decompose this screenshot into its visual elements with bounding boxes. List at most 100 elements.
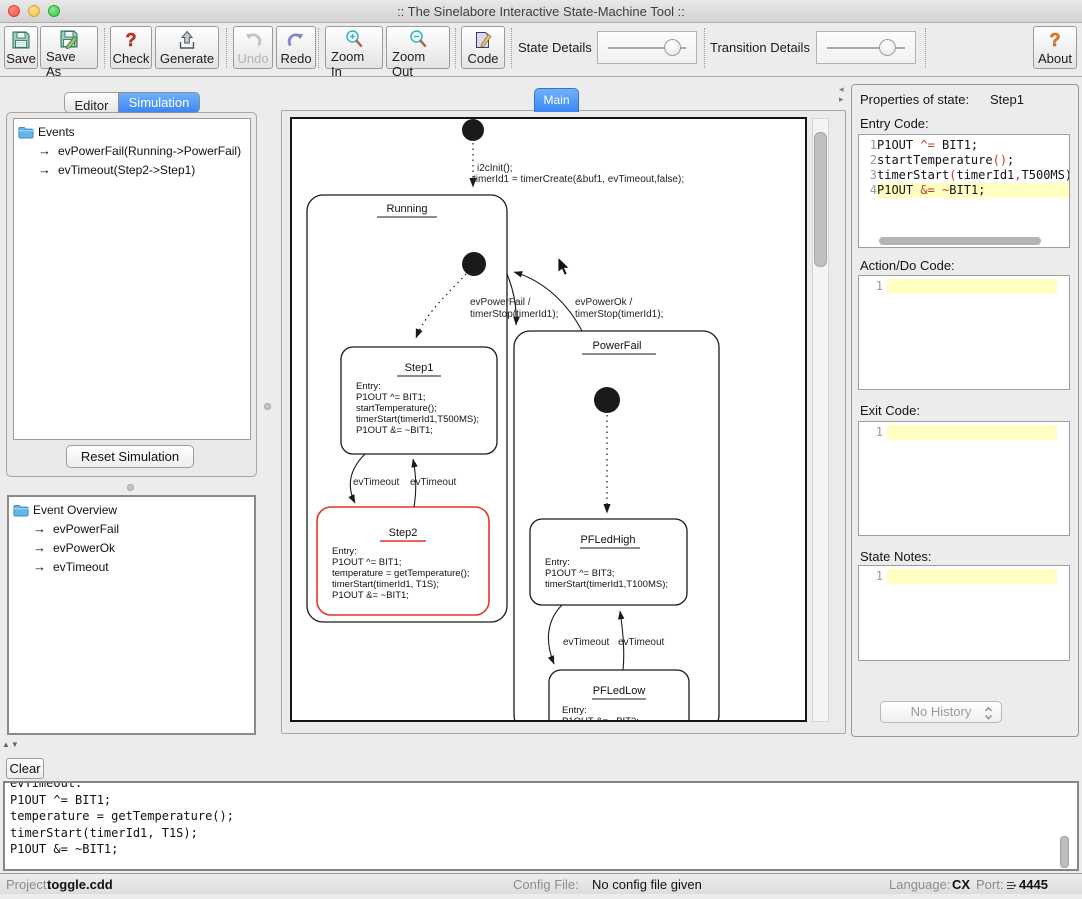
reset-simulation-button[interactable]: Reset Simulation — [66, 445, 194, 468]
statechart-canvas[interactable]: i2cInit(); timerId1 = timerCreate(&buf1,… — [290, 117, 807, 722]
console-line: temperature = getTemperature(); — [10, 808, 1077, 825]
code-line-highlighted: 1 — [859, 569, 1069, 584]
save-as-button[interactable]: Save As — [40, 26, 98, 69]
tree-label: evPowerFail(Running->PowerFail) — [58, 144, 241, 158]
check-button[interactable]: ? Check — [110, 26, 152, 69]
zoom-out-button[interactable]: Zoom Out — [386, 26, 450, 69]
evpowerfail-action: timerStop(timerId1); — [470, 309, 558, 320]
transition-details-label: Transition Details — [710, 40, 810, 55]
evpowerok-action: timerStop(timerId1); — [575, 309, 663, 320]
svg-text:?: ? — [1050, 30, 1061, 50]
project-value: toggle.cdd — [47, 877, 113, 892]
powerfail-initial-state[interactable] — [594, 387, 620, 413]
tab-editor[interactable]: Editor — [64, 92, 118, 113]
tree-node-event-overview[interactable]: Event Overview — [9, 501, 254, 520]
undo-icon — [243, 29, 263, 50]
horizontal-splitter-grip[interactable] — [127, 484, 134, 491]
generate-button[interactable]: Generate — [155, 26, 219, 69]
console-splitter-controls[interactable]: ▲▼ — [2, 740, 20, 749]
empty-highlighted-line — [887, 425, 1057, 440]
pfledlow-code-line: P1OUT &= ~BIT3; — [562, 716, 639, 720]
transition-details-slider-knob[interactable] — [879, 39, 896, 56]
mouse-cursor — [558, 257, 570, 275]
save-as-label: Save As — [46, 49, 92, 79]
tab-simulation[interactable]: Simulation — [118, 92, 200, 113]
tree-item-evpowerok[interactable]: → evPowerOk — [9, 539, 254, 558]
empty-highlighted-line — [887, 279, 1057, 294]
toolbar: Save Save As ? Check Generate Undo Redo … — [0, 24, 1082, 77]
toolbar-separator — [704, 28, 705, 68]
generate-label: Generate — [160, 51, 214, 66]
initial-state[interactable] — [462, 119, 484, 141]
transition-details-slider[interactable] — [816, 31, 916, 64]
entry-code-hscrollbar[interactable] — [879, 237, 1041, 245]
history-select[interactable]: No History — [880, 701, 1002, 723]
check-question-icon: ? — [121, 29, 141, 50]
vertical-splitter-grip[interactable] — [264, 403, 271, 410]
state-details-slider-knob[interactable] — [664, 39, 681, 56]
splitter-collapse-icons[interactable]: ◂▸ — [839, 84, 844, 104]
tree-label: Events — [38, 125, 75, 139]
tree-item-evtimeout[interactable]: → evTimeout — [9, 558, 254, 577]
step2-code-line: P1OUT &= ~BIT1; — [332, 590, 409, 601]
console-output[interactable]: evTimeout: P1OUT ^= BIT1; temperature = … — [3, 781, 1079, 871]
check-label: Check — [113, 51, 150, 66]
tree-item-evpowerfail-transition[interactable]: → evPowerFail(Running->PowerFail) — [14, 142, 250, 161]
about-icon: ? — [1045, 29, 1065, 50]
evtimeout-label: evTimeout — [563, 637, 610, 648]
pfledhigh-code-line: Entry: — [545, 557, 570, 568]
toolbar-separator — [925, 28, 926, 68]
entry-code-editor[interactable]: 1 P1OUT ^= BIT1; 2 startTemperature(); 3… — [858, 134, 1070, 248]
init-action-line1: i2cInit(); — [477, 163, 513, 174]
code-line: 3 timerStart(timerId1,T500MS); — [859, 168, 1069, 183]
save-button[interactable]: Save — [4, 26, 38, 69]
tab-main-diagram[interactable]: Main — [534, 88, 579, 112]
tree-item-evtimeout-transition[interactable]: → evTimeout(Step2->Step1) — [14, 161, 250, 180]
step1-code-line: startTemperature(); — [356, 403, 437, 414]
language-value: CX — [952, 877, 970, 892]
step2-code-line: temperature = getTemperature(); — [332, 568, 470, 579]
code-line-highlighted: 1 — [859, 425, 1069, 440]
toolbar-separator — [104, 28, 105, 68]
exit-code-editor[interactable]: 1 — [858, 421, 1070, 536]
zoom-in-button[interactable]: Zoom In — [325, 26, 383, 69]
select-chevrons-icon — [984, 706, 993, 721]
evpowerok-label: evPowerOk / — [575, 297, 632, 308]
language-label: Language: — [889, 877, 950, 892]
step2-code-line: P1OUT ^= BIT1; — [332, 557, 402, 568]
about-label: About — [1038, 51, 1072, 66]
state-details-label: State Details — [518, 40, 592, 55]
about-button[interactable]: ? About — [1033, 26, 1077, 69]
console-line: timerStart(timerId1, T1S); — [10, 825, 1077, 842]
toolbar-separator — [318, 28, 319, 68]
line-number: 3 — [859, 168, 877, 183]
state-running-title: Running — [387, 203, 428, 215]
state-details-slider[interactable] — [597, 31, 697, 64]
scrollbar-thumb[interactable] — [814, 132, 827, 267]
step1-code-line: P1OUT &= ~BIT1; — [356, 425, 433, 436]
redo-label: Redo — [280, 51, 311, 66]
state-notes-editor[interactable]: 1 — [858, 565, 1070, 661]
step2-code-line: Entry: — [332, 546, 357, 557]
line-number: 1 — [859, 569, 887, 584]
console-scrollbar-thumb[interactable] — [1060, 836, 1069, 868]
tree-node-events[interactable]: Events — [14, 123, 250, 142]
toolbar-separator — [511, 28, 512, 68]
toolbar-separator — [455, 28, 456, 68]
running-initial-state[interactable] — [462, 252, 486, 276]
events-tree[interactable]: Events → evPowerFail(Running->PowerFail)… — [13, 118, 251, 440]
action-code-label: Action/Do Code: — [860, 258, 955, 273]
generate-icon — [177, 29, 197, 50]
redo-button[interactable]: Redo — [276, 26, 316, 69]
tree-item-evpowerfail[interactable]: → evPowerFail — [9, 520, 254, 539]
clear-console-button[interactable]: Clear — [6, 758, 44, 779]
line-number: 4 — [859, 183, 877, 198]
config-file-value: No config file given — [592, 877, 702, 892]
status-bar: Project: toggle.cdd Config File: No conf… — [0, 873, 1082, 894]
event-overview-tree[interactable]: Event Overview → evPowerFail → evPowerOk… — [7, 495, 256, 735]
evtimeout-label: evTimeout — [410, 477, 457, 488]
code-button[interactable]: Code — [461, 26, 505, 69]
diagram-vertical-scrollbar[interactable] — [812, 118, 829, 722]
zoom-in-label: Zoom In — [331, 49, 377, 79]
action-code-editor[interactable]: 1 — [858, 275, 1070, 390]
